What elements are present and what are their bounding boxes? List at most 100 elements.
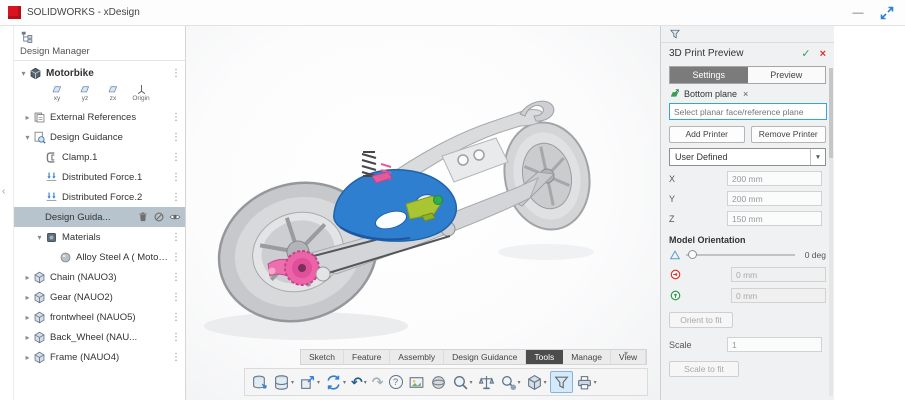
chevron-right-icon[interactable]: ▸ xyxy=(22,293,33,302)
tree-item-distributed-force-2[interactable]: Distributed Force.2 ⋮ xyxy=(14,187,185,207)
add-printer-button[interactable]: Add Printer xyxy=(669,126,745,143)
section-view-button[interactable]: ▾ xyxy=(498,371,523,393)
tab-feature[interactable]: Feature xyxy=(344,350,390,364)
kebab-menu-icon[interactable]: ⋮ xyxy=(171,192,181,203)
dim-y-input[interactable] xyxy=(727,191,822,206)
chip-close-icon[interactable]: × xyxy=(743,89,748,99)
cancel-button[interactable]: × xyxy=(820,48,826,60)
tree-item-distributed-force-1[interactable]: Distributed Force.1 ⋮ xyxy=(14,167,185,187)
remove-printer-button[interactable]: Remove Printer xyxy=(751,126,827,143)
kebab-menu-icon[interactable]: ⋮ xyxy=(171,272,181,283)
scale-input[interactable] xyxy=(727,337,822,352)
rotation-slider[interactable] xyxy=(686,249,795,261)
import-export-icon[interactable] xyxy=(249,371,270,393)
dropdown-arrow-icon[interactable]: ▼ xyxy=(810,149,825,165)
undo-button[interactable]: ↶▾ xyxy=(349,371,369,393)
x-offset-input[interactable] xyxy=(731,267,826,282)
kebab-menu-icon[interactable]: ⋮ xyxy=(171,112,181,123)
plane-yz[interactable]: yz xyxy=(76,84,94,104)
shaded-view-button[interactable] xyxy=(428,371,449,393)
measure-button[interactable] xyxy=(476,371,497,393)
tree-item-gear[interactable]: ▸ Gear (NAUO2) ⋮ xyxy=(14,287,185,307)
export-arrow-icon xyxy=(299,374,316,391)
tab-settings[interactable]: Settings xyxy=(670,67,748,83)
chevron-down-icon[interactable]: ▾ xyxy=(34,233,45,242)
tree-item-clamp[interactable]: Clamp.1 ⋮ xyxy=(14,147,185,167)
offset-x-row xyxy=(669,267,826,282)
kebab-menu-icon[interactable]: ⋮ xyxy=(171,68,181,79)
tab-view[interactable]: View xyxy=(611,350,646,364)
tree-item-chain[interactable]: ▸ Chain (NAUO3) ⋮ xyxy=(14,267,185,287)
tab-tools[interactable]: Tools xyxy=(526,350,563,364)
motorbike-model xyxy=(186,26,660,400)
chevron-right-icon[interactable]: ▸ xyxy=(22,333,33,342)
kebab-menu-icon[interactable]: ⋮ xyxy=(171,312,181,323)
kebab-menu-icon[interactable]: ⋮ xyxy=(171,352,181,363)
tab-manage[interactable]: Manage xyxy=(563,350,611,364)
tree-item-materials[interactable]: ▾ Materials ⋮ xyxy=(14,227,185,247)
plane-chip[interactable]: Bottom plane × xyxy=(661,84,834,101)
tree-item-design-guidance[interactable]: ▾ Design Guidance ⋮ xyxy=(14,127,185,147)
plane-xy[interactable]: xy xyxy=(48,84,66,104)
print3d-preview-button[interactable] xyxy=(550,371,573,393)
isometric-view-button[interactable]: ▾ xyxy=(524,371,549,393)
kebab-menu-icon[interactable]: ⋮ xyxy=(171,252,181,263)
kebab-menu-icon[interactable]: ⋮ xyxy=(171,332,181,343)
tab-assembly[interactable]: Assembly xyxy=(390,350,444,364)
collapse-ribbon-icon[interactable]: ▾ xyxy=(624,349,628,358)
chevron-right-icon[interactable]: ▸ xyxy=(22,273,33,282)
tab-preview[interactable]: Preview xyxy=(748,67,826,83)
material-sphere-icon xyxy=(59,251,72,264)
sync-icon[interactable]: ▾ xyxy=(323,371,348,393)
kebab-menu-icon[interactable]: ⋮ xyxy=(171,232,181,243)
help-button[interactable]: ? xyxy=(387,371,405,393)
resize-window-icon[interactable] xyxy=(879,5,895,21)
tree-item-frontwheel[interactable]: ▸ frontwheel (NAUO5) ⋮ xyxy=(14,307,185,327)
kebab-menu-icon[interactable]: ⋮ xyxy=(171,152,181,163)
plane-select-input[interactable] xyxy=(669,103,827,120)
snapshot-button[interactable] xyxy=(406,371,427,393)
dim-x-input[interactable] xyxy=(727,171,822,186)
data-sources-icon[interactable]: ▾ xyxy=(271,371,296,393)
dim-z-input[interactable] xyxy=(727,211,822,226)
tab-sketch[interactable]: Sketch xyxy=(301,350,344,364)
plane-zx[interactable]: zx xyxy=(104,84,122,104)
chevron-down-icon[interactable]: ▾ xyxy=(18,69,29,78)
kebab-menu-icon[interactable]: ⋮ xyxy=(171,292,181,303)
kebab-menu-icon[interactable]: ⋮ xyxy=(171,172,181,183)
zoom-button[interactable]: ▾ xyxy=(450,371,475,393)
3d-viewport[interactable]: Sketch Feature Assembly Design Guidance … xyxy=(186,26,660,400)
orient-to-fit-button[interactable]: Orient to fit xyxy=(669,312,733,328)
scrollbar-thumb[interactable] xyxy=(829,68,833,158)
part-icon xyxy=(33,351,46,364)
tab-design-guidance[interactable]: Design Guidance xyxy=(444,350,526,364)
chevron-down-icon[interactable]: ▾ xyxy=(22,133,33,142)
tree-item-alloy-steel[interactable]: Alloy Steel A ( Motorbike ) ⋮ xyxy=(14,247,185,267)
tree-item-external-references[interactable]: ▸ External References ⋮ xyxy=(14,107,185,127)
tree-item-design-guidance-result[interactable]: Design Guida... xyxy=(14,207,185,227)
printer-select[interactable]: User Defined ▼ xyxy=(669,148,826,166)
chevron-right-icon[interactable]: ▸ xyxy=(22,113,33,122)
tree-item-back-wheel[interactable]: ▸ Back_Wheel (NAU... ⋮ xyxy=(14,327,185,347)
printer-settings-button[interactable]: ▾ xyxy=(574,371,599,393)
kebab-menu-icon[interactable]: ⋮ xyxy=(171,132,181,143)
print-preview-panel: 3D Print Preview ✓ × Settings Preview Bo… xyxy=(660,26,834,400)
left-rail: ‹ xyxy=(0,26,14,400)
redo-button[interactable]: ↷ xyxy=(370,371,386,393)
panel-scrollbar[interactable] xyxy=(829,68,833,396)
tree-item-motorbike[interactable]: ▾ Motorbike ⋮ xyxy=(14,63,185,83)
collapse-panel-icon[interactable]: ‹ xyxy=(2,186,5,197)
minimize-button[interactable]: — xyxy=(849,4,867,22)
accept-button[interactable]: ✓ xyxy=(801,47,810,60)
slider-knob[interactable] xyxy=(688,250,697,259)
delete-icon[interactable] xyxy=(137,211,149,223)
tree-item-frame[interactable]: ▸ Frame (NAUO4) ⋮ xyxy=(14,347,185,367)
chevron-right-icon[interactable]: ▸ xyxy=(22,313,33,322)
visibility-icon[interactable] xyxy=(169,211,181,223)
chevron-right-icon[interactable]: ▸ xyxy=(22,353,33,362)
suppress-icon[interactable] xyxy=(153,211,165,223)
export-icon[interactable]: ▾ xyxy=(297,371,322,393)
scale-to-fit-button[interactable]: Scale to fit xyxy=(669,361,739,377)
origin-item[interactable]: Origin xyxy=(132,84,150,104)
y-offset-input[interactable] xyxy=(731,288,826,303)
